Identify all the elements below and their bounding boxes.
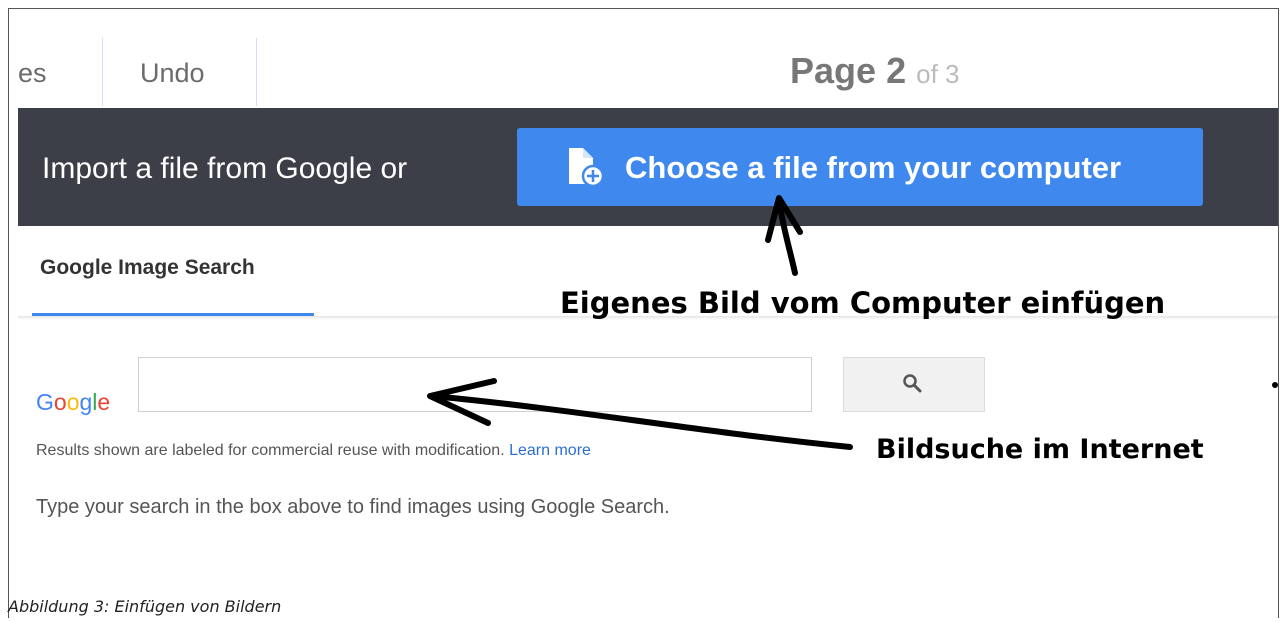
annotation-upload: Eigenes Bild vom Computer einfügen [560,286,1166,320]
stray-dot [1272,382,1278,388]
annotation-search: Bildsuche im Internet [876,434,1204,465]
figure-caption: Abbildung 3: Einfügen von Bildern [8,597,282,616]
arrow-left-shaft [429,393,853,450]
